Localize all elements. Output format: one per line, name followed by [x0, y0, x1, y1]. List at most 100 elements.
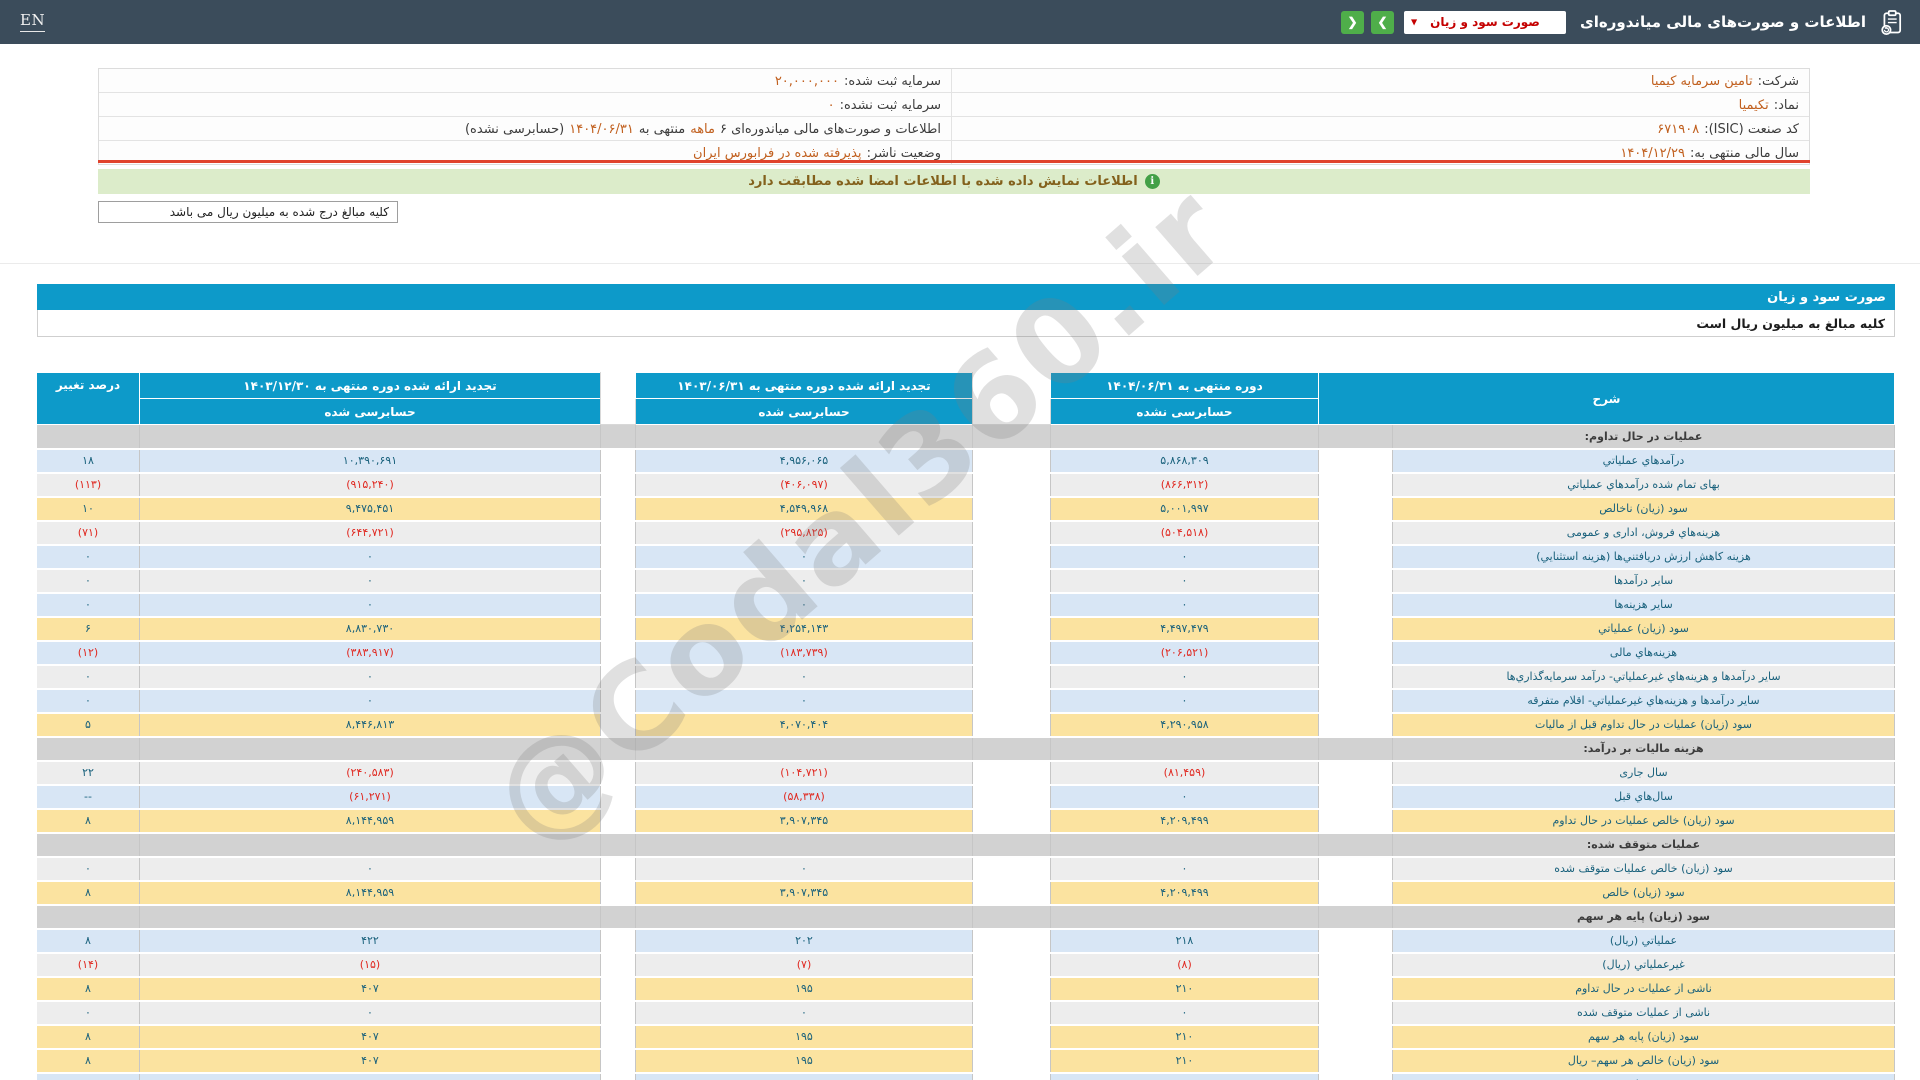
spacer-cell	[971, 928, 1051, 954]
spacer-cell	[599, 592, 636, 618]
value-current-period: ۴,۲۰۹,۴۹۹	[1049, 808, 1319, 834]
empty-cell	[1049, 736, 1319, 762]
spacer-cell	[971, 952, 1051, 978]
next-statement-button[interactable]: ❯	[1371, 10, 1395, 34]
empty-cell	[37, 736, 140, 762]
spacer-cell	[599, 640, 636, 666]
statement-type-selected: صورت سود و زیان	[1430, 15, 1540, 29]
value-restated-1230: ۰	[138, 568, 601, 594]
value-restated-0631: ۰	[634, 856, 973, 882]
table-row: ناشی از عملیات در حال تداوم ۲۱۰ ۱۹۵ ۴۰۷ ۸	[37, 976, 1895, 1002]
spacer-cell	[599, 424, 636, 450]
spacer-cell	[971, 664, 1051, 690]
profit-loss-table: شرح دوره منتهی به ۱۴۰۴/۰۶/۳۱ تجدید ارائه…	[37, 372, 1895, 1080]
value-restated-1230: ۴۰۷	[138, 1024, 601, 1050]
value-restated-0631: ۰	[634, 568, 973, 594]
spacer-column	[971, 372, 1051, 425]
value-current-period: ۰	[1049, 592, 1319, 618]
value-current-period: ۵,۸۶۸,۳۰۹	[1049, 448, 1319, 474]
previous-statement-button[interactable]: ❮	[1341, 10, 1365, 34]
row-label: سایر درآمدها و هزینه‌هاي غیرعملياتي- اقل…	[1392, 688, 1895, 714]
spacer-cell	[1317, 856, 1394, 882]
value-restated-1230: (۱۵)	[138, 952, 601, 978]
spacer-cell	[971, 1024, 1051, 1050]
section-header-row: هزینه مالیات بر درآمد:	[37, 736, 1895, 762]
value-restated-1230: ۴۰۷	[138, 1048, 601, 1074]
spacer-cell	[971, 880, 1051, 906]
spacer-cell	[1317, 520, 1394, 546]
col-subheader-current-audit: حسابرسی نشده	[1049, 398, 1319, 425]
value-restated-0631: (۵۸,۳۳۸)	[634, 784, 973, 810]
table-row: سود (زیان) پایه هر سهم ۲۱۰ ۱۹۵ ۴۰۷ ۸	[37, 1024, 1895, 1050]
spacer-cell	[971, 1048, 1051, 1074]
value-current-period: ۲۱۰	[1049, 1024, 1319, 1050]
company-info-cell: سرمایه ثبت نشده: ۰	[99, 93, 951, 116]
table-row: سود (زيان) ناخالص ۵,۰۰۱,۹۹۷ ۴,۵۴۹,۹۶۸ ۹,۴۷۵…	[37, 496, 1895, 522]
spacer-cell	[1317, 712, 1394, 738]
value-current-period: ۰	[1049, 568, 1319, 594]
profit-loss-table-wrapper: شرح دوره منتهی به ۱۴۰۴/۰۶/۳۱ تجدید ارائه…	[37, 372, 1895, 1080]
value-restated-1230: (۲۴۰,۵۸۳)	[138, 760, 601, 786]
value-current-period: ۰	[1049, 544, 1319, 570]
units-note-box: کلیه مبالغ درج شده به میلیون ریال می باش…	[98, 201, 398, 223]
spacer-cell	[599, 1072, 636, 1080]
row-label: عملیاتي (ریال)	[1392, 928, 1895, 954]
col-header-restated-0631: تجدید ارائه شده دوره منتهی به ۱۴۰۳/۰۶/۳۱	[634, 372, 973, 399]
spacer-column	[599, 372, 636, 425]
value-restated-1230: ۴۲۲	[138, 928, 601, 954]
company-info-row: شرکت: تامین سرمایه کیمیا سرمایه ثبت شده: ۲۰…	[99, 69, 1809, 93]
spacer-cell	[1317, 904, 1394, 930]
value-restated-0631: (۱۰۴,۷۲۱)	[634, 760, 973, 786]
spacer-cell	[1317, 424, 1394, 450]
statement-type-dropdown[interactable]: صورت سود و زیان ▼	[1404, 10, 1567, 34]
row-label: سود (زیان) خالص هر سهم– ریال	[1392, 1048, 1895, 1074]
value-percent-change: ۸	[37, 928, 140, 954]
spacer-cell	[599, 448, 636, 474]
row-label: بهای تمام شده درآمدهاي عملياتي	[1392, 472, 1895, 498]
value-restated-0631: ۰	[634, 544, 973, 570]
spacer-cell	[1317, 760, 1394, 786]
value-restated-0631: ۰	[634, 1000, 973, 1026]
value-percent-change: ۰	[37, 1000, 140, 1026]
company-info-row: کد صنعت (ISIC): ۶۷۱۹۰۸ اطلاعات و صورت‌های …	[99, 117, 1809, 141]
spacer-cell	[599, 952, 636, 978]
company-info-value: ۶۷۱۹۰۸	[1657, 122, 1700, 137]
value-current-period: (۸۱,۴۵۹)	[1049, 760, 1319, 786]
col-header-restated-1230: تجدید ارائه شده دوره منتهی به ۱۴۰۳/۱۲/۳۰	[138, 372, 601, 399]
value-percent-change: ۸	[37, 880, 140, 906]
value-percent-change: ۰	[37, 592, 140, 618]
company-info-value: پذیرفته شده در فرابورس ایران	[693, 146, 862, 161]
value-current-period: ۰	[1049, 664, 1319, 690]
company-info-label: نماد:	[1773, 98, 1799, 113]
value-percent-change: ۶	[37, 616, 140, 642]
table-row: درآمدهاي عملياتي ۵,۸۶۸,۳۰۹ ۴,۹۵۶,۰۶۵ ۱۰,۳۹۰…	[37, 448, 1895, 474]
spacer-cell	[1317, 448, 1394, 474]
english-language-link[interactable]: EN	[20, 11, 46, 32]
value-restated-1230: ۴۰۷	[138, 976, 601, 1002]
value-percent-change: ۱۰	[37, 496, 140, 522]
company-info-label: منتهی به	[638, 122, 686, 137]
value-restated-0631: ۲۰۲	[634, 928, 973, 954]
value-restated-1230: (۶۱,۲۷۱)	[138, 784, 601, 810]
value-restated-0631: ۰	[634, 688, 973, 714]
spacer-cell	[1317, 688, 1394, 714]
spacer-cell	[1317, 880, 1394, 906]
spacer-cell	[1317, 544, 1394, 570]
spacer-cell	[599, 472, 636, 498]
company-info-cell: نماد: تکیمیا	[951, 93, 1809, 116]
spacer-cell	[971, 496, 1051, 522]
spacer-cell	[971, 688, 1051, 714]
row-label: هزینه کاهش ارزش دریافتني‌ها (هزینه استثن…	[1392, 544, 1895, 570]
company-info-value: ماهه	[690, 122, 715, 137]
row-label: سایر درآمدها	[1392, 568, 1895, 594]
spacer-cell	[599, 976, 636, 1002]
value-restated-0631: ۴,۲۵۴,۱۴۳	[634, 616, 973, 642]
value-current-period: (۵۰۴,۵۱۸)	[1049, 520, 1319, 546]
value-current-period: ۴,۲۰۹,۴۹۹	[1049, 880, 1319, 906]
spacer-cell	[599, 496, 636, 522]
spacer-cell	[971, 472, 1051, 498]
value-restated-0631: (۷)	[634, 952, 973, 978]
row-label: سود (زيان) عملیات در حال تداوم قبل از ما…	[1392, 712, 1895, 738]
table-row: عملیاتي (ریال) ۲۱۸ ۲۰۲ ۴۲۲ ۸	[37, 928, 1895, 954]
table-row: غیرعملیاتي (ریال) (۸) (۷) (۱۵) (۱۴)	[37, 952, 1895, 978]
